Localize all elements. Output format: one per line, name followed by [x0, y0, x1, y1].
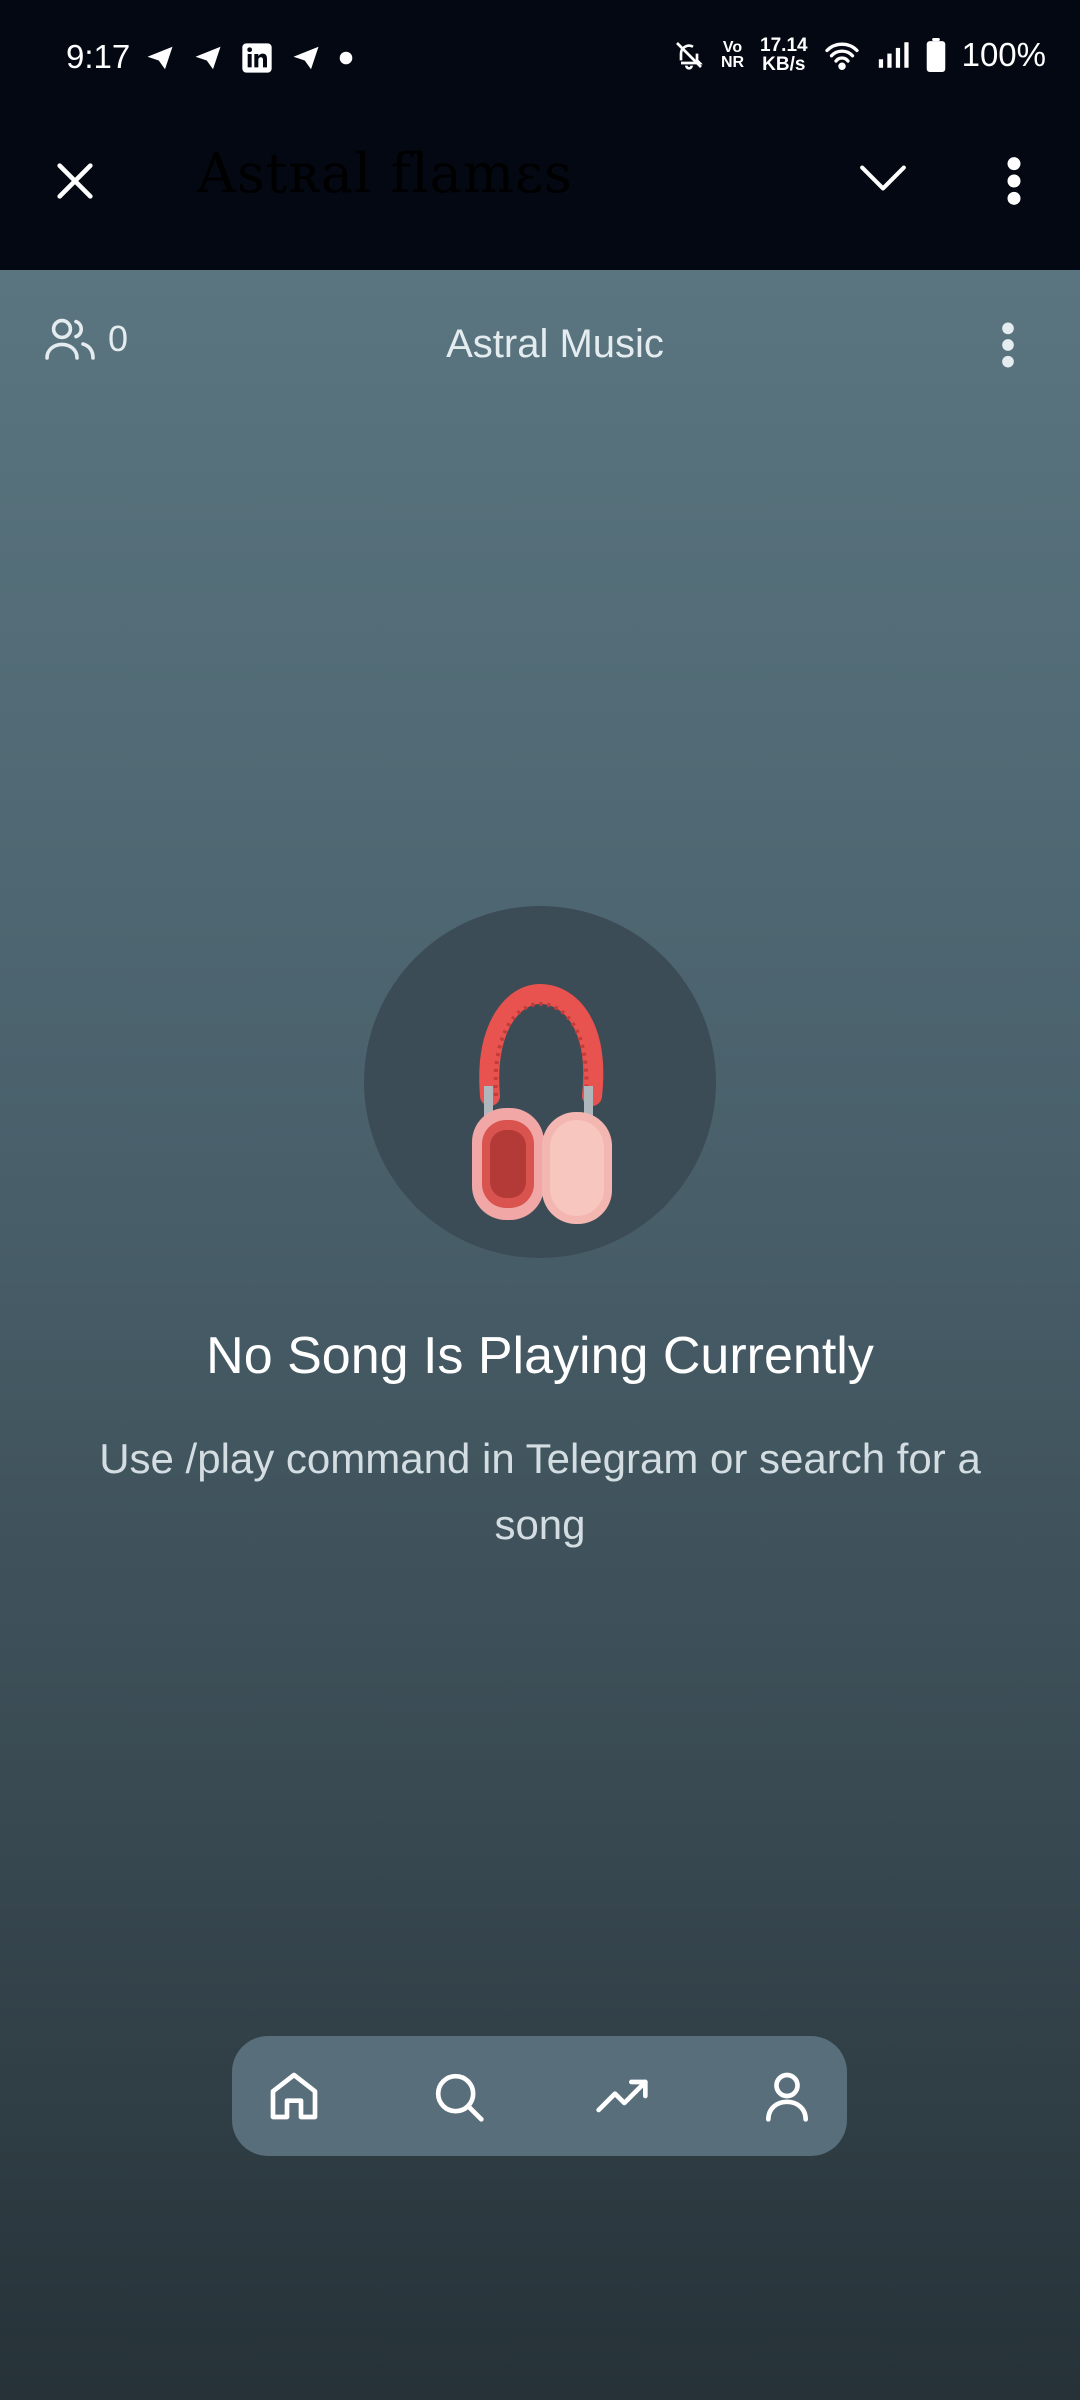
status-time: 9:17	[66, 38, 131, 75]
telegram-icon	[195, 46, 221, 70]
status-right-icons: Vo NR 17.14 KB/s 100%	[673, 36, 1046, 74]
chevron-down-icon[interactable]	[858, 163, 908, 193]
headphones-icon	[472, 983, 612, 1224]
volte-icon: Vo NR	[720, 39, 745, 71]
network-speed-value: 17.14	[760, 35, 808, 56]
empty-state-title: No Song Is Playing Currently	[206, 1327, 874, 1385]
close-icon[interactable]	[52, 158, 98, 204]
network-speed-unit: KB/s	[762, 54, 806, 75]
battery-percent: 100%	[961, 36, 1046, 73]
network-speed: 17.14 KB/s	[760, 36, 808, 74]
signal-icon	[878, 42, 909, 68]
home-icon[interactable]	[266, 2068, 322, 2124]
empty-state-subtitle: Use /play command in Telegram or search …	[99, 1435, 981, 1548]
dot-icon	[339, 51, 353, 65]
status-left-icons	[145, 42, 353, 74]
profile-icon[interactable]	[759, 2068, 815, 2124]
telegram-icon	[147, 46, 173, 70]
more-vertical-icon[interactable]	[1000, 155, 1028, 207]
wifi-icon	[824, 42, 859, 70]
volte-top: Vo	[722, 39, 743, 56]
header-title: Astʀal flamɛs	[197, 142, 573, 205]
mute-bell-icon	[675, 42, 703, 70]
album-art-placeholder	[364, 906, 716, 1258]
battery-icon	[926, 38, 945, 72]
app-title: Astral Music	[446, 322, 664, 366]
search-icon[interactable]	[430, 2068, 486, 2124]
linkedin-icon	[242, 43, 272, 73]
player-more-icon[interactable]	[998, 320, 1018, 370]
status-bar: 9:17 Vo NR 17.14 KB/s 100%	[0, 0, 1080, 125]
volte-bottom: NR	[720, 54, 745, 71]
trending-icon[interactable]	[594, 2068, 650, 2124]
bottom-nav	[232, 2036, 847, 2156]
telegram-icon	[293, 46, 319, 70]
